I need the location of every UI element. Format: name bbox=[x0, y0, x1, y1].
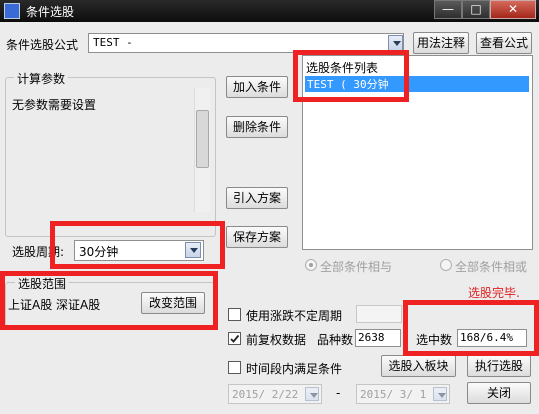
add-to-block-button[interactable]: 选股入板块 bbox=[381, 355, 456, 377]
close-button[interactable]: 关闭 bbox=[467, 382, 531, 404]
count-value: 2638 bbox=[358, 331, 385, 344]
start-date-value: 2015/ 2/22 bbox=[232, 388, 299, 401]
app-icon bbox=[4, 3, 20, 19]
minimize-button[interactable]: — bbox=[434, 0, 462, 19]
usage-notes-button[interactable]: 用法注释 bbox=[413, 32, 469, 54]
window-title: 条件选股 bbox=[26, 5, 75, 19]
date-separator: - bbox=[336, 386, 341, 400]
use-unfixed-period-label: 使用涨跌不定周期 bbox=[246, 309, 343, 323]
pre-adjust-checkbox[interactable] bbox=[228, 332, 241, 345]
all-and-label: 全部条件相与 bbox=[320, 260, 393, 274]
view-formula-button[interactable]: 查看公式 bbox=[476, 32, 532, 54]
params-text: 无参数需要设置 bbox=[12, 98, 97, 112]
close-window-button[interactable]: ✕ bbox=[490, 0, 536, 19]
execute-button[interactable]: 执行选股 bbox=[467, 355, 531, 377]
delete-condition-button[interactable]: 删除条件 bbox=[226, 116, 288, 138]
annotation-box-conditions bbox=[293, 50, 409, 102]
check-icon bbox=[230, 334, 240, 343]
end-date-arrow-icon[interactable] bbox=[433, 387, 447, 401]
time-range-label: 时间段内满足条件 bbox=[246, 362, 343, 376]
all-or-radio[interactable] bbox=[440, 259, 452, 271]
annotation-box-hits bbox=[403, 300, 539, 356]
start-date-arrow-icon[interactable] bbox=[305, 387, 319, 401]
annotation-box-range bbox=[0, 271, 218, 330]
params-scrollbar[interactable] bbox=[194, 88, 210, 212]
end-date-value: 2015/ 3/ 1 bbox=[360, 388, 427, 401]
maximize-button[interactable]: □ bbox=[462, 0, 490, 19]
params-group-label: 计算参数 bbox=[14, 70, 69, 87]
pre-adjust-label: 前复权数据 bbox=[246, 333, 307, 347]
all-or-label: 全部条件相或 bbox=[455, 260, 528, 274]
unfixed-period-input[interactable] bbox=[356, 305, 402, 323]
count-field: 2638 bbox=[355, 329, 401, 347]
import-plan-button[interactable]: 引入方案 bbox=[226, 187, 288, 209]
formula-label: 条件选股公式 bbox=[6, 38, 79, 52]
use-unfixed-period-checkbox[interactable] bbox=[228, 308, 241, 321]
annotation-box-period bbox=[50, 221, 225, 269]
time-range-checkbox[interactable] bbox=[228, 361, 241, 374]
all-and-radio[interactable] bbox=[305, 259, 317, 271]
add-condition-button[interactable]: 加入条件 bbox=[226, 76, 288, 98]
formula-value: TEST - bbox=[93, 36, 133, 49]
count-label: 品种数 bbox=[317, 333, 354, 347]
status-text: 选股完毕. bbox=[468, 286, 520, 300]
params-scrollbar-thumb[interactable] bbox=[196, 110, 209, 168]
save-plan-button[interactable]: 保存方案 bbox=[226, 226, 288, 248]
formula-dropdown-arrow-icon[interactable] bbox=[388, 35, 403, 51]
